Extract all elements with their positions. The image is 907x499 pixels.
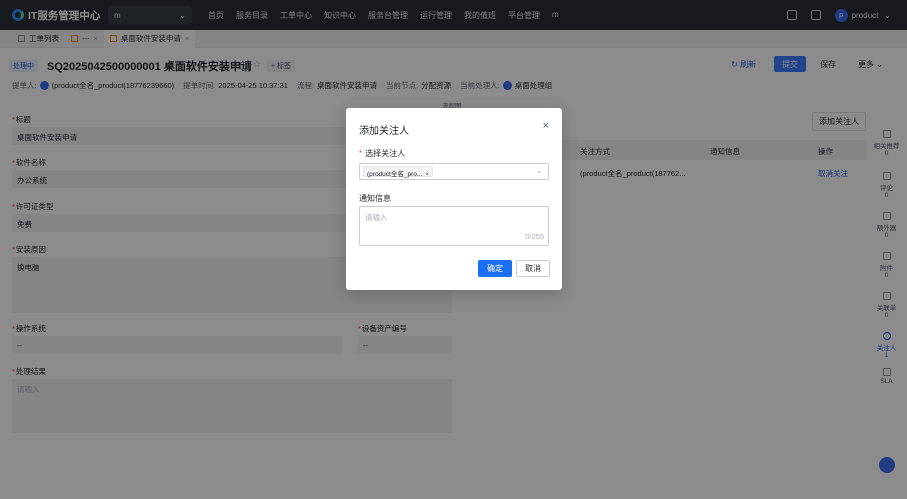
cancel-button[interactable]: 取消: [516, 260, 550, 277]
chip-label: (product全名_pro...: [367, 171, 423, 178]
add-follower-dialog: 添加关注人 × * 选择关注人 (product全名_pro... × ⌄ 通知信息…: [346, 108, 562, 290]
select-follower-label-text: 选择关注人: [365, 149, 406, 158]
char-counter: 0/255: [525, 232, 544, 241]
dialog-title: 添加关注人: [359, 126, 409, 137]
chevron-down-icon[interactable]: ⌄: [536, 167, 542, 175]
confirm-button[interactable]: 确定: [478, 260, 512, 277]
remove-chip-icon[interactable]: ×: [425, 171, 429, 178]
follower-select[interactable]: (product全名_pro... × ⌄: [359, 163, 549, 180]
selected-follower-chip: (product全名_pro... ×: [363, 166, 434, 178]
notify-placeholder: 请输入: [365, 213, 388, 222]
close-icon[interactable]: ×: [543, 120, 549, 132]
select-follower-label: * 选择关注人: [359, 149, 406, 158]
notify-textarea[interactable]: 请输入 0/255: [359, 206, 549, 246]
notify-label: 通知信息: [359, 194, 391, 203]
